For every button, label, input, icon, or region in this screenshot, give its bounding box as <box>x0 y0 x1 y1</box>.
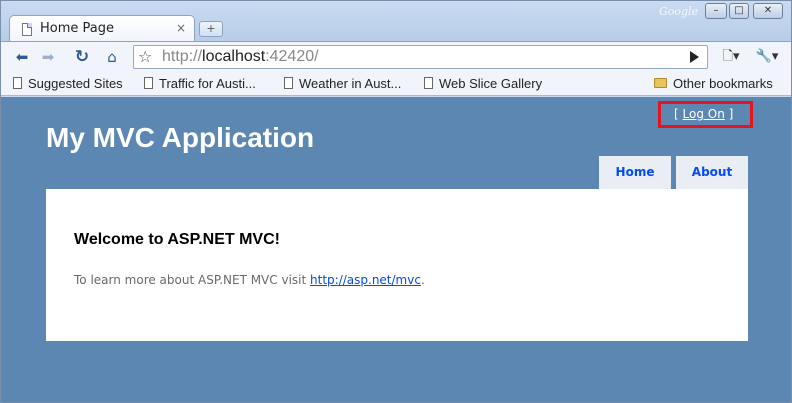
bookmarks-bar: Suggested Sites Traffic for Austi... Wea… <box>1 73 791 96</box>
go-icon[interactable] <box>690 51 699 63</box>
back-icon[interactable]: ⬅ <box>11 46 33 68</box>
minimize-button[interactable]: – <box>705 3 727 19</box>
home-icon[interactable]: ⌂ <box>101 46 123 68</box>
tab-home-page[interactable]: Home Page × <box>9 15 195 41</box>
star-icon[interactable]: ☆ <box>138 47 152 66</box>
page-menu-icon[interactable]: 🗋▾ <box>717 46 745 68</box>
menu-tab-about[interactable]: About <box>676 156 748 189</box>
browser-window: Home Page × + Google – □ ✕ ⬅ ➡ ↻ ⌂ ☆ htt… <box>0 0 792 403</box>
title-bar: Home Page × + Google – □ ✕ <box>1 1 791 41</box>
logon-display: [ Log On ] <box>674 107 734 121</box>
folder-icon <box>654 78 667 88</box>
navigation-toolbar: ⬅ ➡ ↻ ⌂ ☆ http://localhost:42420/ 🗋▾ 🔧▾ <box>1 41 791 73</box>
page-icon <box>144 77 153 89</box>
page-content: [ Log On ] My MVC Application Home About… <box>1 97 791 402</box>
bookmark-weather[interactable]: Weather in Aust... <box>284 76 401 91</box>
page-icon <box>284 77 293 89</box>
maximize-button[interactable]: □ <box>729 3 749 19</box>
address-bar[interactable]: ☆ http://localhost:42420/ <box>133 45 708 69</box>
tab-title: Home Page <box>40 21 114 36</box>
page-icon <box>22 23 32 36</box>
asp-net-mvc-link[interactable]: http://asp.net/mvc <box>310 273 421 287</box>
tab-close-icon[interactable]: × <box>176 21 186 35</box>
url-text[interactable]: http://localhost:42420/ <box>162 48 319 66</box>
menu-tab-home[interactable]: Home <box>599 156 671 189</box>
close-window-button[interactable]: ✕ <box>753 3 783 19</box>
logon-link[interactable]: Log On <box>683 107 725 121</box>
app-title: My MVC Application <box>46 122 315 153</box>
welcome-heading: Welcome to ASP.NET MVC! <box>74 231 280 248</box>
bookmark-other[interactable]: Other bookmarks <box>654 76 773 91</box>
main-content: Welcome to ASP.NET MVC! To learn more ab… <box>46 189 748 341</box>
page-icon <box>424 77 433 89</box>
reload-icon[interactable]: ↻ <box>71 46 93 68</box>
bookmark-web-slice-gallery[interactable]: Web Slice Gallery <box>424 76 542 91</box>
bookmark-traffic[interactable]: Traffic for Austi... <box>144 76 256 91</box>
intro-text: To learn more about ASP.NET MVC visit ht… <box>74 273 425 287</box>
forward-icon[interactable]: ➡ <box>37 46 59 68</box>
google-watermark: Google <box>659 5 699 18</box>
page-icon <box>13 77 22 89</box>
wrench-icon[interactable]: 🔧▾ <box>753 46 781 68</box>
new-tab-button[interactable]: + <box>199 21 223 37</box>
bookmark-suggested-sites[interactable]: Suggested Sites <box>13 76 123 91</box>
